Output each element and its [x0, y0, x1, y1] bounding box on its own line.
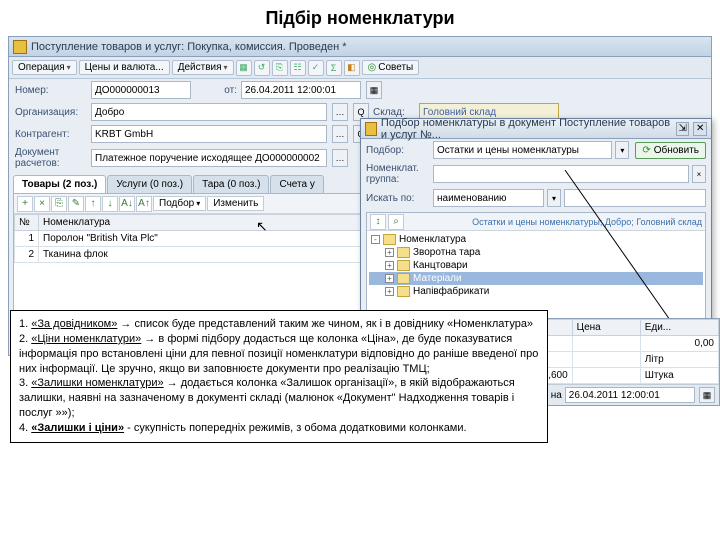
org-lookup-icon[interactable]: …: [332, 103, 348, 121]
tree-status: Остатки и цены номенклатуры; Добро; Голо…: [472, 217, 702, 227]
nomenclature-tree[interactable]: -Номенклатура +Зворотна тара +Канцтовари…: [367, 231, 705, 300]
expand-icon[interactable]: +: [385, 248, 394, 257]
toolbar-icon-4[interactable]: ☷: [290, 60, 306, 76]
contr-field[interactable]: KRBT GmbH: [91, 125, 327, 143]
tree-node[interactable]: +Зворотна тара: [369, 246, 703, 259]
tree-node-selected[interactable]: +Матеріали: [369, 272, 703, 285]
tree-node[interactable]: +Канцтовари: [369, 259, 703, 272]
popup-titlebar: Подбор номенклатуры в документ Поступлен…: [361, 119, 711, 139]
number-field[interactable]: ДО000000013: [91, 81, 191, 99]
tree-icon-2[interactable]: ⌕: [388, 214, 404, 230]
pick-mode-dropdown-icon[interactable]: ▾: [615, 141, 629, 159]
pick-button[interactable]: Подбор▾: [153, 196, 206, 211]
search-mode-field[interactable]: наименованию: [433, 189, 544, 207]
tips-button[interactable]: ◎Советы: [362, 60, 420, 75]
folder-icon: [397, 260, 410, 271]
toolbar-icon-3[interactable]: ⎘: [272, 60, 288, 76]
toolbar-icon-1[interactable]: ▦: [236, 60, 252, 76]
popup-window-icon: [365, 122, 377, 136]
folder-icon: [383, 234, 396, 245]
expand-icon[interactable]: -: [371, 235, 380, 244]
tree-panel: ↕ ⌕ Остатки и цены номенклатуры; Добро; …: [366, 212, 706, 324]
pick-mode-field[interactable]: Остатки и цены номенклатуры: [433, 141, 612, 159]
org-label: Организация:: [15, 107, 87, 118]
org-field[interactable]: Добро: [91, 103, 327, 121]
grid-sort2-icon[interactable]: A↑: [136, 196, 152, 212]
toolbar-icon-5[interactable]: ✓: [308, 60, 324, 76]
expand-icon[interactable]: +: [385, 261, 394, 270]
search-label: Искать по:: [366, 193, 430, 204]
date-picker-icon[interactable]: ▦: [366, 81, 382, 99]
docr-label: Документ расчетов:: [15, 147, 87, 169]
tree-icon-1[interactable]: ↕: [370, 214, 386, 230]
popup-close-icon[interactable]: ✕: [693, 122, 707, 136]
footer-date-field[interactable]: 26.04.2011 12:00:01: [565, 387, 695, 403]
popup-dock-icon[interactable]: ⇲: [676, 122, 690, 136]
window-icon: [13, 40, 27, 54]
grid-up-icon[interactable]: ↑: [85, 196, 101, 212]
pick-popup: Подбор номенклатуры в документ Поступлен…: [360, 118, 712, 340]
grid-down-icon[interactable]: ↓: [102, 196, 118, 212]
tree-node[interactable]: -Номенклатура: [369, 233, 703, 246]
docr-lookup-icon[interactable]: …: [332, 149, 348, 167]
group-label: Номенклат. группа:: [366, 163, 430, 185]
main-toolbar: Операция▾ Цены и валюта... Действия▾ ▦ ↺…: [9, 57, 711, 79]
change-button[interactable]: Изменить: [207, 196, 264, 211]
tree-node[interactable]: +Напівфабрикати: [369, 285, 703, 298]
actions-menu[interactable]: Действия▾: [172, 60, 234, 75]
group-clear-icon[interactable]: ×: [692, 165, 706, 183]
contr-lookup-icon[interactable]: …: [332, 125, 348, 143]
window-title: Поступление товаров и услуг: Покупка, ко…: [31, 41, 347, 53]
expand-icon[interactable]: +: [385, 287, 394, 296]
col-price[interactable]: Цена: [572, 320, 640, 336]
folder-icon: [397, 286, 410, 297]
tab-tare[interactable]: Тара (0 поз.): [193, 175, 269, 193]
col-unit[interactable]: Еди...: [640, 320, 718, 336]
search-mode-dropdown-icon[interactable]: ▾: [547, 189, 561, 207]
date-label: от:: [195, 85, 237, 96]
search-text-field[interactable]: [564, 189, 706, 207]
tab-accounts[interactable]: Счета у: [270, 175, 323, 193]
grid-clone-icon[interactable]: ⎘: [51, 196, 67, 212]
grid-sort-icon[interactable]: A↓: [119, 196, 135, 212]
grid-del-icon[interactable]: ×: [34, 196, 50, 212]
number-label: Номер:: [15, 85, 87, 96]
tree-toolbar: ↕ ⌕ Остатки и цены номенклатуры; Добро; …: [367, 213, 705, 231]
tab-goods[interactable]: Товары (2 поз.): [13, 175, 106, 193]
docr-field[interactable]: Платежное поручение исходящее ДО00000000…: [91, 149, 327, 167]
folder-icon: [397, 273, 410, 284]
toolbar-icon-7[interactable]: ◧: [344, 60, 360, 76]
toolbar-icon-6[interactable]: Σ: [326, 60, 342, 76]
contr-label: Контрагент:: [15, 129, 87, 140]
operation-menu[interactable]: Операция▾: [12, 60, 77, 75]
toolbar-icon-2[interactable]: ↺: [254, 60, 270, 76]
popup-title: Подбор номенклатуры в документ Поступлен…: [381, 117, 672, 141]
expand-icon[interactable]: +: [385, 274, 394, 283]
pick-mode-label: Подбор:: [366, 145, 430, 156]
folder-icon: [397, 247, 410, 258]
footer-date-picker-icon[interactable]: ▦: [699, 387, 715, 403]
grid-edit-icon[interactable]: ✎: [68, 196, 84, 212]
grid-add-icon[interactable]: +: [17, 196, 33, 212]
page-heading: Підбір номенклатури: [0, 0, 720, 31]
col-n[interactable]: №: [15, 215, 39, 231]
group-field[interactable]: [433, 165, 689, 183]
tab-services[interactable]: Услуги (0 поз.): [107, 175, 192, 193]
explanation-box: 1. «За довідником» → список буде предста…: [10, 310, 548, 443]
date-field[interactable]: 26.04.2011 12:00:01: [241, 81, 361, 99]
refresh-button[interactable]: ⟳Обновить: [635, 142, 706, 159]
prices-button[interactable]: Цены и валюта...: [79, 60, 170, 75]
main-titlebar: Поступление товаров и услуг: Покупка, ко…: [9, 37, 711, 57]
